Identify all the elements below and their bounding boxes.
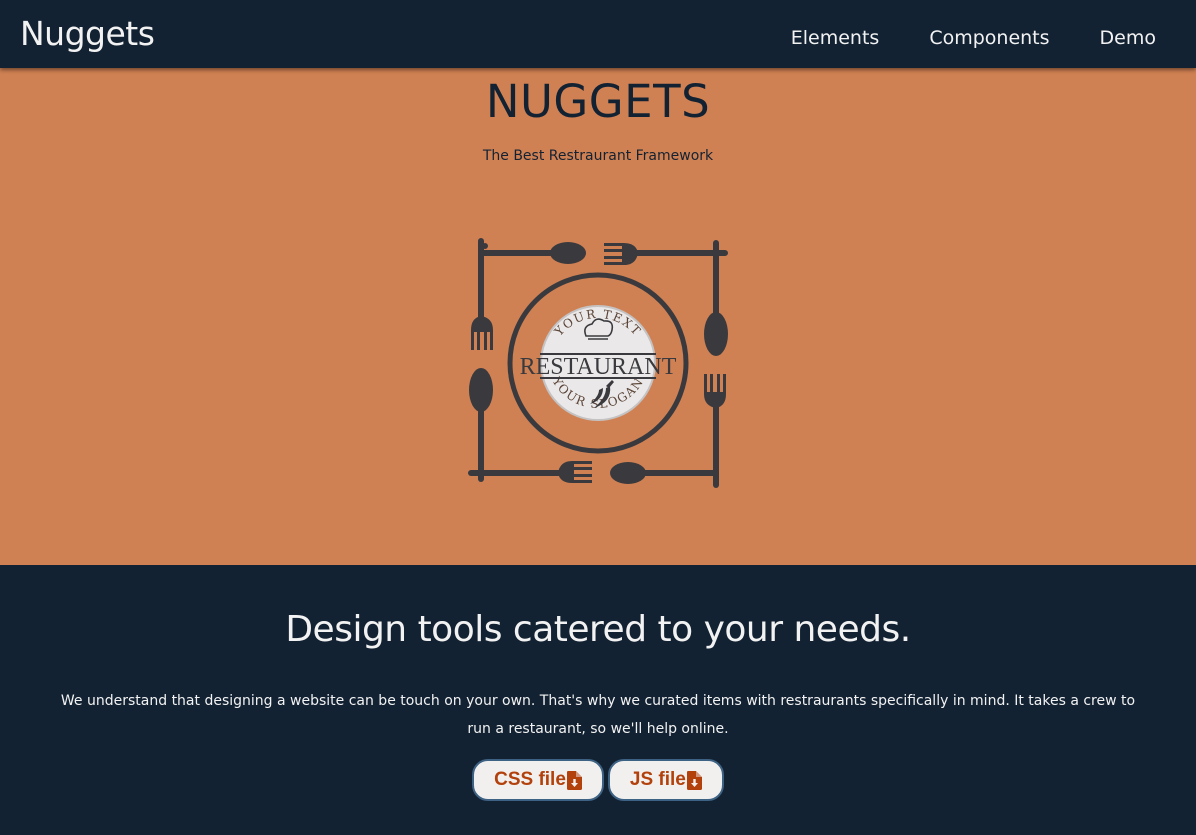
css-file-label: CSS file xyxy=(494,769,566,790)
file-download-icon xyxy=(686,770,702,790)
section-description: We understand that designing a website c… xyxy=(60,693,1136,737)
fork-icon xyxy=(468,461,592,483)
js-file-download-button[interactable]: JS file xyxy=(607,759,724,801)
nav-link-elements[interactable]: Elements xyxy=(791,24,880,52)
logo-name: RESTAURANT xyxy=(520,354,677,380)
nav-links: Elements Components Demo xyxy=(791,24,1156,52)
spoon-icon xyxy=(480,242,586,264)
features-section: Design tools catered to your needs. We u… xyxy=(0,565,1196,835)
file-download-icon xyxy=(566,770,582,790)
restaurant-logo: YOUR TEXT YOUR SLOGAN RESTAURANT xyxy=(468,238,728,488)
spoon-icon xyxy=(704,240,728,356)
nav-link-demo[interactable]: Demo xyxy=(1100,24,1156,52)
spoon-icon xyxy=(610,462,716,484)
hero-section: NUGGETS The Best Restraurant Framework Y… xyxy=(0,68,1196,565)
nav-link-components[interactable]: Components xyxy=(929,24,1049,52)
hero-title: NUGGETS xyxy=(485,75,711,128)
download-buttons: CSS file JS file xyxy=(0,759,1196,801)
spoon-icon xyxy=(469,368,493,482)
brand-link[interactable]: Nuggets xyxy=(20,14,155,54)
css-file-download-button[interactable]: CSS file xyxy=(472,759,604,801)
fork-icon xyxy=(604,243,728,265)
section-heading: Design tools catered to your needs. xyxy=(285,609,911,650)
js-file-label: JS file xyxy=(629,769,686,790)
hero-subtitle: The Best Restraurant Framework xyxy=(482,148,714,164)
top-navbar: Nuggets Elements Components Demo xyxy=(0,0,1196,68)
